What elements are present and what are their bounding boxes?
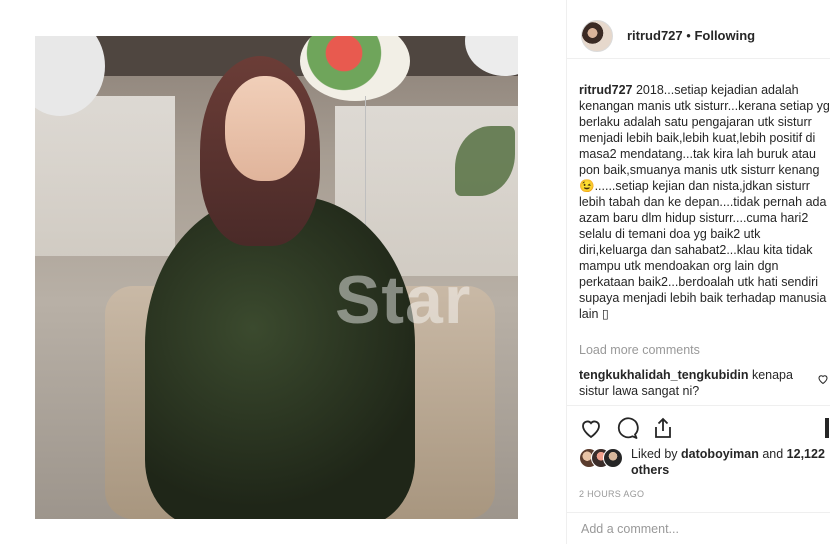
load-more-comments-link[interactable]: Load more comments <box>579 343 700 357</box>
share-icon[interactable] <box>651 416 675 440</box>
avatar[interactable] <box>581 20 613 52</box>
photo-watermark: Star <box>335 262 472 338</box>
liker-avatars <box>579 448 629 468</box>
comment-item: tengkukhalidah_tengkubidin kenapa sistur… <box>579 367 815 399</box>
post-photo[interactable]: Star <box>35 36 518 519</box>
comment-username[interactable]: tengkukhalidah_tengkubidin <box>579 368 748 382</box>
comment-like-heart-icon[interactable] <box>817 373 829 385</box>
bookmark-icon[interactable] <box>825 416 830 440</box>
photo-face <box>225 76 305 181</box>
heart-icon[interactable] <box>579 416 603 440</box>
likes-and: and <box>762 447 784 461</box>
photo-window <box>35 96 175 256</box>
add-comment-bar <box>567 512 830 545</box>
photo-balloon <box>300 36 410 101</box>
likes-text: Liked by datoboyiman and 12,122 others <box>631 446 830 478</box>
post-header: ritrud727 • Following <box>567 12 830 59</box>
avatar[interactable] <box>603 448 623 468</box>
liker-username[interactable]: datoboyiman <box>681 447 759 461</box>
post-side-panel: ritrud727 • Following ritrud727 2018...s… <box>566 0 830 544</box>
post-author: ritrud727 • Following <box>627 28 755 43</box>
post-actions <box>567 405 830 446</box>
separator-dot: • <box>686 28 691 43</box>
likes-prefix: Liked by <box>631 447 678 461</box>
comment-icon[interactable] <box>615 416 639 440</box>
post-timestamp[interactable]: 2 HOURS AGO <box>579 489 644 499</box>
add-comment-input[interactable] <box>579 521 813 537</box>
author-username[interactable]: ritrud727 <box>627 28 683 43</box>
caption-username[interactable]: ritrud727 <box>579 83 633 97</box>
following-button[interactable]: Following <box>694 28 755 43</box>
post-caption: ritrud727 2018...setiap kejadian adalah … <box>579 82 830 322</box>
caption-text: 2018...setiap kejadian adalah kenangan m… <box>579 83 830 321</box>
